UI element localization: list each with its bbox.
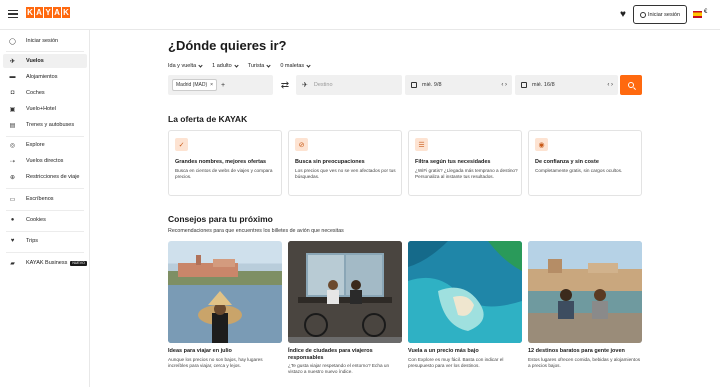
calendar-icon [521, 82, 527, 88]
currency-selector[interactable]: € [704, 9, 707, 15]
divider [6, 136, 84, 137]
calendar-icon [411, 82, 417, 88]
tip-image-young-destinations [528, 241, 642, 343]
date-stepper[interactable]: ‹ › [501, 82, 507, 88]
suitcase-icon: ▣ [9, 106, 16, 113]
cabin-class-select[interactable]: Turista [248, 62, 271, 69]
search-icon [628, 82, 634, 88]
offer-card: ☰ Filtra según tus necesidades ¿WiFi gra… [408, 130, 522, 196]
chevron-down-icon [266, 62, 271, 68]
sidebar-item-explore[interactable]: ◎ Explore [3, 138, 87, 152]
kayak-logo[interactable]: K A Y A K [26, 7, 70, 18]
flight-search-form: Madrid (MAD) × + ⇄ ✈ Destino mié. 9/8 ‹ ›… [168, 75, 642, 95]
add-origin-icon[interactable]: + [221, 82, 225, 89]
trip-type-select[interactable]: Ida y vuelta [168, 62, 203, 69]
sidebar-item-flights[interactable]: ✈ Vuelos [3, 54, 87, 68]
bed-icon: ▬ [9, 74, 16, 80]
tip-image-explore [408, 241, 522, 343]
user-icon [639, 11, 646, 18]
bags-select[interactable]: 0 maletas [280, 62, 311, 69]
tips-heading: Consejos para tu próximo [168, 214, 273, 224]
sidebar-item-cookies[interactable]: ● Cookies [3, 213, 87, 227]
sidebar-item-travel-restrictions[interactable]: ⊕ Restricciones de viaje [3, 170, 87, 184]
aerial-beach-illustration [408, 241, 522, 343]
search-button[interactable] [620, 75, 642, 95]
offer-card: ⊘ Busca sin preocupaciones Los precios q… [288, 130, 402, 196]
divider [6, 188, 84, 189]
thumbs-up-icon: ✓ [175, 138, 188, 151]
check-circle-icon: ⊘ [295, 138, 308, 151]
destination-field[interactable]: ✈ Destino [296, 75, 402, 95]
divider [6, 210, 84, 211]
sidebar-item-contact[interactable]: ▭ Escríbenos [3, 192, 87, 206]
main-content: ¿Dónde quieres ir? Ida y vuelta 1 adulto… [90, 30, 720, 387]
search-options: Ida y vuelta 1 adulto Turista 0 maletas [168, 62, 311, 69]
tips-subtitle: Recomendaciones para que encuentres los … [168, 228, 344, 234]
offer-card: ✓ Grandes nombres, mejores ofertas Busca… [168, 130, 282, 196]
divider [6, 252, 84, 253]
direct-flight-icon: ⇢ [9, 158, 16, 165]
cookie-icon: ● [10, 217, 15, 223]
trips-heart-icon[interactable]: ♥ [620, 9, 626, 21]
coastal-town-illustration [168, 255, 282, 343]
sidebar-item-direct-flights[interactable]: ⇢ Vuelos directos [3, 154, 87, 168]
train-icon: ▤ [9, 122, 16, 129]
remove-icon[interactable]: × [210, 82, 213, 88]
offers-heading: La oferta de KAYAK [168, 114, 248, 124]
page-title: ¿Dónde quieres ir? [168, 38, 287, 53]
globe-icon: ⊕ [9, 174, 16, 181]
divider [6, 231, 84, 232]
tip-card[interactable]: Vuela a un precio más bajo Con Explore e… [408, 241, 522, 369]
new-badge: NUEVO [70, 260, 87, 266]
date-stepper[interactable]: ‹ › [607, 82, 613, 88]
spain-flag-icon[interactable] [693, 11, 702, 18]
top-bar: K A Y A K ♥ Iniciar sesión € [0, 0, 720, 30]
user-circle-icon: ◯ [9, 38, 16, 45]
offer-card: ◉ De confianza y sin coste Completamente… [528, 130, 642, 196]
briefcase-icon: ▰ [10, 260, 15, 267]
plane-icon: ✈ [9, 58, 16, 65]
return-date-field[interactable]: mié. 16/8 ‹ › [515, 75, 618, 95]
chevron-down-icon [198, 62, 203, 68]
tip-image-cities [288, 241, 402, 343]
tip-card[interactable]: Índice de ciudades para viajeros respons… [288, 241, 402, 375]
sidebar-item-trips[interactable]: ♥ Trips [3, 234, 87, 248]
hamburger-menu-icon[interactable] [8, 10, 18, 18]
chat-icon: ▭ [9, 196, 16, 203]
depart-date-field[interactable]: mié. 9/8 ‹ › [405, 75, 512, 95]
sidebar-item-cars[interactable]: ◘ Coches [3, 86, 87, 100]
sidebar-item-business[interactable]: ▰ KAYAK Business NUEVO [3, 256, 87, 270]
passengers-select[interactable]: 1 adulto [212, 62, 239, 69]
swap-airports-button[interactable]: ⇄ [275, 75, 295, 95]
sliders-icon: ☰ [415, 138, 428, 151]
car-icon: ◘ [10, 90, 15, 96]
origin-field[interactable]: Madrid (MAD) × + [168, 75, 273, 95]
login-button[interactable]: Iniciar sesión [633, 5, 687, 24]
tip-card[interactable]: Ideas para viajar en julio Aunque los pr… [168, 241, 282, 369]
compass-icon: ◎ [9, 142, 16, 149]
sidebar-item-trains[interactable]: ▤ Trenes y autobuses [3, 118, 87, 132]
divider [6, 51, 84, 52]
sidebar-item-login[interactable]: ◯ Iniciar sesión [3, 34, 87, 48]
tip-image-july [168, 241, 282, 343]
tip-card[interactable]: 12 destinos baratos para gente joven Est… [528, 241, 642, 369]
sidebar-item-flight-hotel[interactable]: ▣ Vuelo+Hotel [3, 102, 87, 116]
chevron-down-icon [234, 62, 239, 68]
plane-icon: ✈ [302, 82, 308, 89]
chevron-down-icon [306, 62, 311, 68]
location-pin-icon: ◉ [535, 138, 548, 151]
couple-riverside-illustration [528, 241, 642, 343]
couple-bicycles-illustration [288, 241, 402, 343]
origin-chip[interactable]: Madrid (MAD) × [172, 79, 218, 91]
heart-icon: ♥ [10, 238, 15, 244]
sidebar-item-stays[interactable]: ▬ Alojamientos [3, 70, 87, 84]
sidebar: ◯ Iniciar sesión ✈ Vuelos ▬ Alojamientos… [0, 30, 90, 387]
